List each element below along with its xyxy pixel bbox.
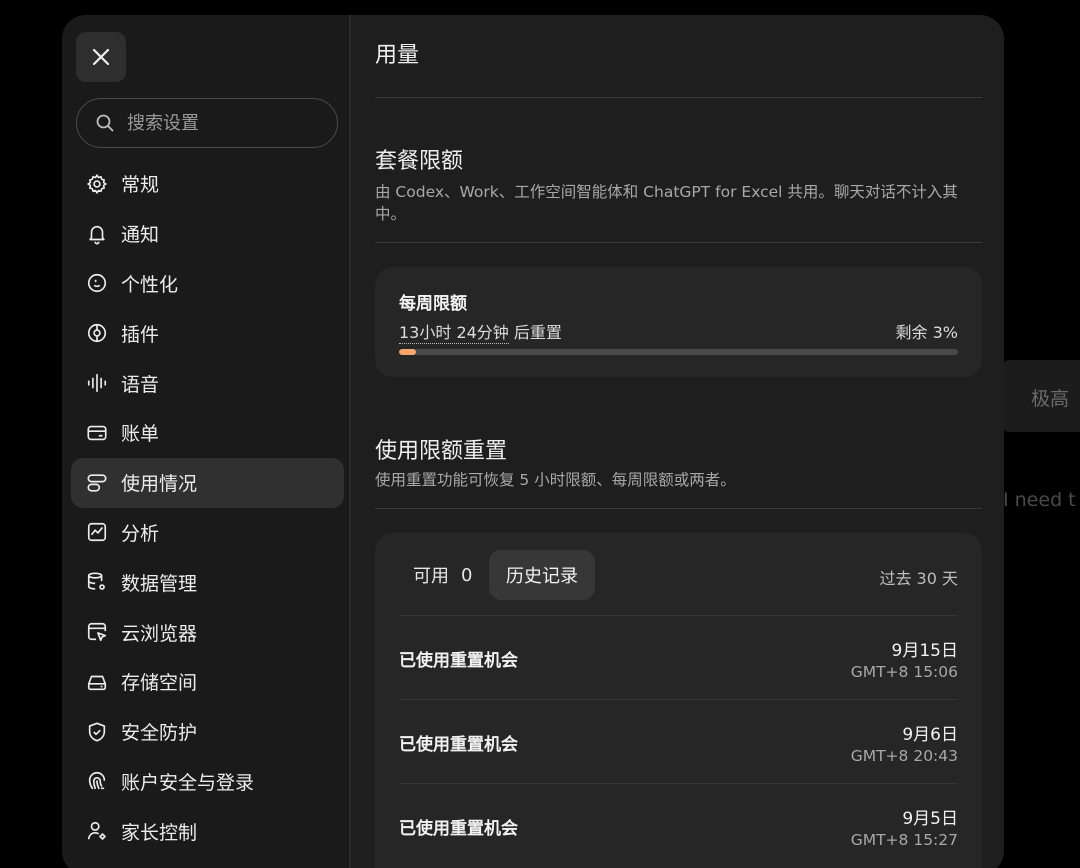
sidebar-item-usage[interactable]: 使用情况 [71,457,344,508]
parental-control-icon [85,819,109,843]
history-row-label: 已使用重置机会 [399,735,518,755]
history-row: 已使用重置机会 9月5日 GMT+8 15:27 [399,783,958,867]
plugin-icon [85,321,109,345]
history-row-time: GMT+8 15:27 [850,831,958,849]
sidebar-item-label: 通知 [121,224,160,247]
divider [375,242,982,243]
reset-section-description: 使用重置功能可恢复 5 小时限额、每周限额或两者。 [375,471,736,489]
remaining-percentage: 剩余 3% [895,323,958,342]
sidebar-item-label: 使用情况 [121,473,198,496]
divider [375,97,982,98]
sidebar-item-label: 插件 [121,323,160,346]
sidebar-item-plugins[interactable]: 插件 [71,308,344,358]
sidebar-item-label: 安全防护 [121,722,198,745]
bell-icon [85,222,109,246]
reset-history-card: 可用 0 历史记录 过去 30 天 已使用重置机会 9月15日 GMT+8 15… [375,533,982,868]
history-row-time: GMT+8 20:43 [850,747,958,765]
tab-available-label: 可用 [413,566,449,587]
sidebar-item-data-management[interactable]: 数据管理 [71,557,344,607]
history-row-date: 9月6日 [902,725,958,745]
settings-sidebar: 常规 通知 个性化 [62,15,351,868]
weekly-limit-title: 每周限额 [399,294,467,314]
usage-icon [85,471,109,495]
sidebar-item-label: 数据管理 [121,572,198,595]
sidebar-item-label: 语音 [121,373,160,396]
waveform-icon [85,371,109,395]
sidebar-item-account-security[interactable]: 账户安全与登录 [71,757,344,807]
sidebar-item-billing[interactable]: 账单 [71,408,344,458]
sidebar-item-label: 常规 [121,174,160,197]
sidebar-item-analytics[interactable]: 分析 [71,508,344,558]
cloud-browser-icon [85,620,109,644]
sidebar-item-label: 账户安全与登录 [121,771,255,794]
tab-history[interactable]: 历史记录 [489,550,595,600]
history-row-label: 已使用重置机会 [399,651,518,671]
sidebar-item-label: 存储空间 [121,672,198,695]
sidebar-item-personalization[interactable]: 个性化 [71,259,344,309]
weekly-usage-progress-fill [399,349,416,355]
sidebar-item-parental-controls[interactable]: 家长控制 [71,806,344,856]
database-icon [85,570,109,594]
reset-suffix: 后重置 [508,323,562,342]
weekly-reset-info: 13小时 24分钟 后重置 [399,319,562,344]
available-count: 0 [461,564,473,586]
history-row-label: 已使用重置机会 [399,819,518,839]
history-row: 已使用重置机会 9月15日 GMT+8 15:06 [399,615,958,699]
card-icon [85,421,109,445]
weekly-limit-card: 每周限额 13小时 24分钟 后重置 剩余 3% [375,267,982,377]
sidebar-item-storage[interactable]: 存储空间 [71,657,344,707]
shield-icon [85,720,109,744]
reset-countdown[interactable]: 13小时 24分钟 [399,323,509,344]
sidebar-item-label: 云浏览器 [121,622,198,645]
close-icon [92,48,110,66]
settings-nav: 常规 通知 个性化 插件 语音 账单 使用情况 分析 数据管理 云浏览器 存储空… [71,159,344,856]
analytics-icon [85,520,109,544]
history-row: 已使用重置机会 9月6日 GMT+8 20:43 [399,699,958,783]
history-row-time: GMT+8 15:06 [850,663,958,681]
settings-content: 用量 套餐限额 由 Codex、Work、工作空间智能体和 ChatGPT fo… [353,15,1004,868]
gear-icon [85,172,109,196]
sidebar-item-voice[interactable]: 语音 [71,358,344,408]
history-row-date: 9月15日 [891,641,958,661]
sidebar-item-label: 分析 [121,522,160,545]
smiley-icon [85,271,109,295]
plan-limits-title: 套餐限额 [375,149,464,174]
search-input[interactable] [127,112,317,134]
history-period: 过去 30 天 [879,569,958,588]
page-title: 用量 [375,43,420,68]
settings-search[interactable] [76,98,338,148]
sidebar-item-label: 家长控制 [121,821,198,844]
sidebar-item-notifications[interactable]: 通知 [71,209,344,259]
background-message-text: I need t [1003,489,1076,511]
settings-modal: 常规 通知 个性化 [62,15,1004,868]
sidebar-item-label: 账单 [121,423,160,446]
background-option-label: 极高 [1031,388,1070,410]
sidebar-item-security[interactable]: 安全防护 [71,707,344,757]
weekly-usage-progress [399,349,958,355]
sidebar-item-cloud-browser[interactable]: 云浏览器 [71,607,344,657]
divider [375,508,982,509]
reset-section-title: 使用限额重置 [375,439,508,464]
plan-limits-description: 由 Codex、Work、工作空间智能体和 ChatGPT for Excel … [375,183,958,223]
sidebar-item-label: 个性化 [121,273,179,296]
account-security-icon [85,769,109,793]
storage-icon [85,670,109,694]
search-icon [96,114,114,132]
close-button[interactable] [76,32,126,82]
tab-available[interactable]: 可用 0 [399,550,486,600]
history-row-date: 9月5日 [902,809,958,829]
sidebar-item-general[interactable]: 常规 [71,159,344,209]
